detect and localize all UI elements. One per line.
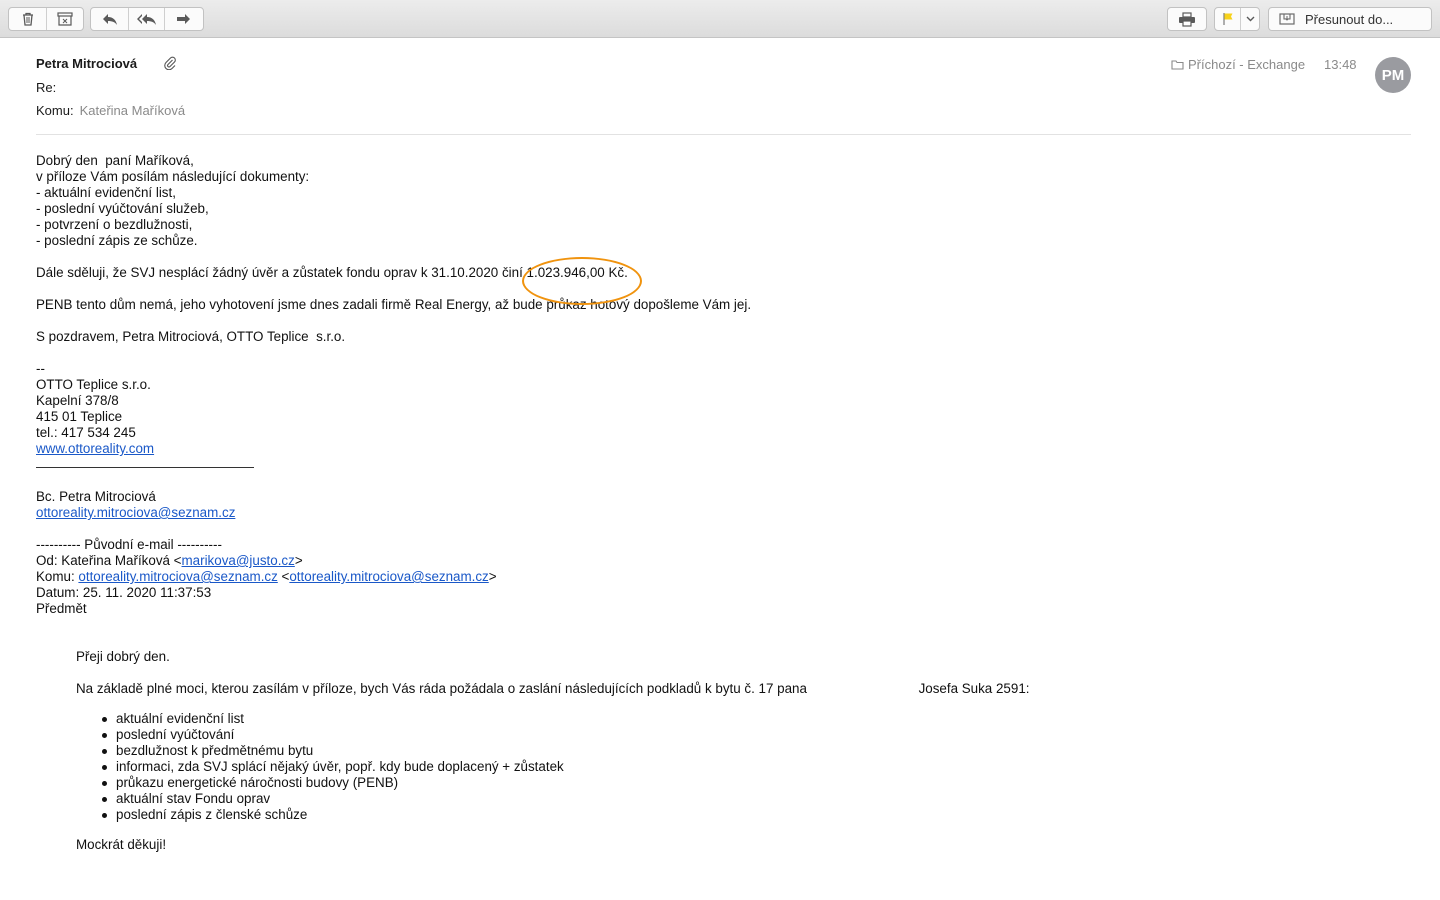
print-button[interactable] xyxy=(1168,8,1206,30)
avatar: PM xyxy=(1375,57,1411,93)
quoted-message: Přeji dobrý den. Na základě plné moci, k… xyxy=(76,649,1416,853)
move-to-button[interactable]: Přesunout do... xyxy=(1268,7,1432,31)
flag-dropdown-button[interactable] xyxy=(1241,8,1259,30)
signature-person: Bc. Petra Mitrociová xyxy=(36,489,156,504)
reply-button[interactable] xyxy=(91,8,129,30)
regards: S pozdravem, Petra Mitrociová, OTTO Tepl… xyxy=(36,329,346,344)
subject-line: Re: xyxy=(36,80,57,95)
fund-text: Dále sděluji, že SVJ nesplácí žádný úvěr… xyxy=(36,265,527,280)
list-item: aktuální stav Fondu oprav xyxy=(102,791,1416,807)
intro: v příloze Vám posílám následující dokume… xyxy=(36,169,310,184)
list-item: průkazu energetické náročnosti budovy (P… xyxy=(102,775,1416,791)
print-group xyxy=(1167,7,1207,31)
signature-email-link[interactable]: ottoreality.mitrociova@seznam.cz xyxy=(36,505,235,520)
forward-icon xyxy=(177,14,190,24)
move-to-folder-icon xyxy=(1279,13,1295,25)
company-name: OTTO Teplice s.r.o. xyxy=(36,377,151,392)
original-subject: Předmět xyxy=(36,601,87,616)
reply-all-icon xyxy=(136,14,156,25)
flag-group xyxy=(1214,7,1260,31)
website-link[interactable]: www.ottoreality.com xyxy=(36,441,154,456)
list-item: bezdlužnost k předmětnému bytu xyxy=(102,743,1416,759)
chevron-down-icon xyxy=(1246,16,1254,22)
flag-button[interactable] xyxy=(1215,8,1241,30)
reply-all-button[interactable] xyxy=(129,8,165,30)
quoted-greeting: Přeji dobrý den. xyxy=(76,649,170,664)
highlight-circle xyxy=(521,257,642,305)
quoted-request: Na základě plné moci, kterou zasílám v p… xyxy=(76,681,1030,696)
from-email-link[interactable]: marikova@justo.cz xyxy=(182,553,295,568)
doc-item: - potvrzení o bezdlužnosti, xyxy=(36,217,193,232)
forward-button[interactable] xyxy=(165,8,203,30)
doc-item: - poslední zápis ze schůze. xyxy=(36,233,198,248)
archive-icon xyxy=(57,12,73,26)
printer-icon xyxy=(1179,11,1195,27)
original-from: Od: Kateřina Maříková <marikova@justo.cz… xyxy=(36,553,303,568)
sender-name: Petra Mitrociová xyxy=(36,56,138,71)
doc-item: - poslední vyúčtování služeb, xyxy=(36,201,209,216)
delete-archive-group xyxy=(8,7,84,31)
list-item: informaci, zda SVJ splácí nějaký úvěr, p… xyxy=(102,759,1416,775)
fund-paragraph: Dále sděluji, že SVJ nesplácí žádný úvěr… xyxy=(36,257,1416,305)
reply-icon xyxy=(102,14,117,25)
company-street: Kapelní 378/8 xyxy=(36,393,119,408)
mailbox-folder[interactable]: Příchozí - Exchange xyxy=(1171,57,1305,72)
folder-name: Příchozí - Exchange xyxy=(1188,57,1306,72)
flag-icon xyxy=(1222,13,1232,25)
quoted-list: aktuální evidenční list poslední vyúčtov… xyxy=(102,711,1416,823)
company-city: 415 01 Teplice xyxy=(36,409,123,424)
reply-group xyxy=(90,7,204,31)
folder-icon xyxy=(1171,60,1184,70)
delete-button[interactable] xyxy=(9,8,47,30)
list-item: poslední zápis z členské schůze xyxy=(102,807,1416,823)
to-email-link[interactable]: ottoreality.mitrociova@seznam.cz xyxy=(289,569,488,584)
company-phone: tel.: 417 534 245 xyxy=(36,425,136,440)
to-label: Komu: xyxy=(36,103,74,118)
list-item: poslední vyúčtování xyxy=(102,727,1416,743)
header-divider xyxy=(36,134,1411,135)
trash-icon xyxy=(22,12,33,26)
message-body: Dobrý den paní Maříková, v příloze Vám p… xyxy=(36,153,1416,853)
recipient-row: Komu: Kateřina Maříková xyxy=(36,103,185,118)
to-email-link[interactable]: ottoreality.mitrociova@seznam.cz xyxy=(78,569,277,584)
original-separator: ---------- Původní e-mail ---------- xyxy=(36,537,222,552)
quoted-thanks: Mockrát děkuji! xyxy=(76,837,167,852)
doc-item: - aktuální evidenční list, xyxy=(36,185,176,200)
signature-separator: -- xyxy=(36,361,45,376)
original-to: Komu: ottoreality.mitrociova@seznam.cz <… xyxy=(36,569,497,584)
greeting: Dobrý den paní Maříková, xyxy=(36,153,194,168)
list-item: aktuální evidenční list xyxy=(102,711,1416,727)
attachment-icon[interactable] xyxy=(164,56,176,75)
recipient-name[interactable]: Kateřina Maříková xyxy=(80,103,186,118)
original-date: Datum: 25. 11. 2020 11:37:53 xyxy=(36,585,212,600)
archive-button[interactable] xyxy=(47,8,83,30)
move-to-label: Přesunout do... xyxy=(1305,11,1394,27)
toolbar: Přesunout do... xyxy=(0,0,1440,38)
fund-amount: 1.023.946,00 Kč. xyxy=(521,257,642,305)
message-time: 13:48 xyxy=(1324,57,1357,72)
penb-paragraph: PENB tento dům nemá, jeho vyhotovení jsm… xyxy=(36,297,752,312)
